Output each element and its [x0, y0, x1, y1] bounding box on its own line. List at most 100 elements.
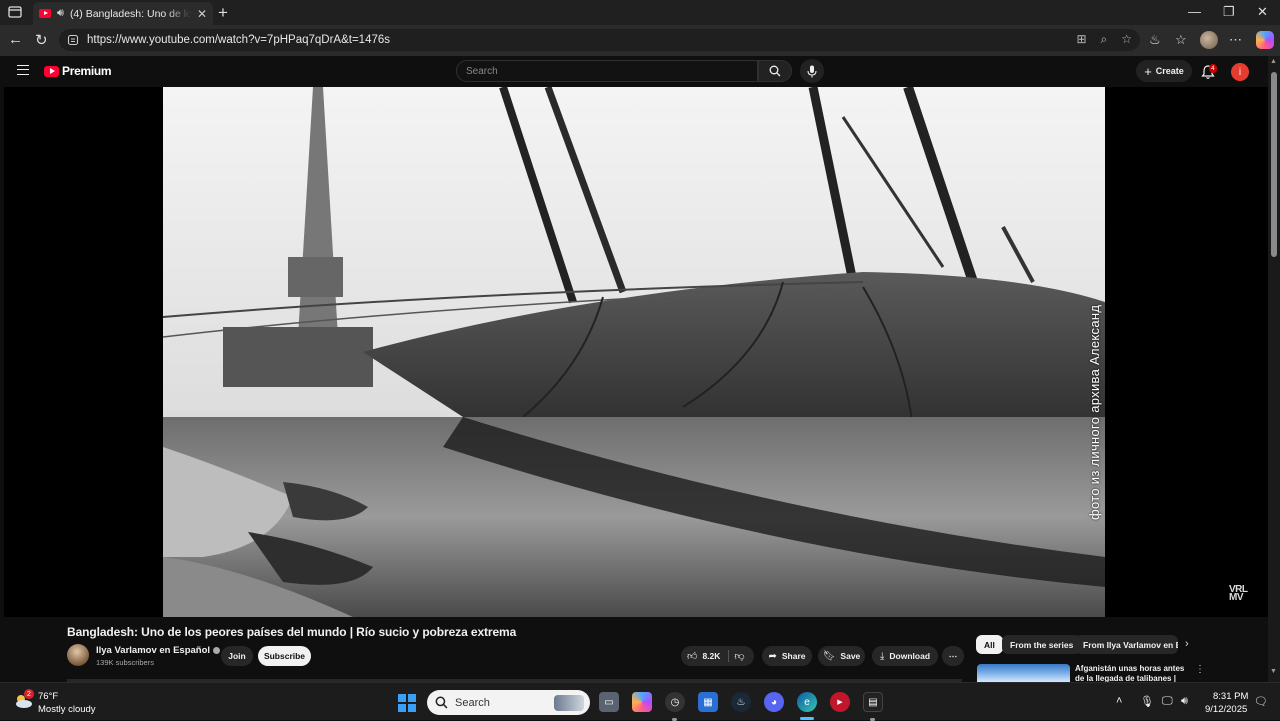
search-highlight-icon: [554, 694, 584, 711]
recommended-video-title[interactable]: Afganistán unas horas antes de la llegad…: [1075, 664, 1193, 682]
network-icon[interactable]: 🖵︎: [1162, 695, 1173, 708]
like-divider: [728, 650, 730, 662]
chip-all[interactable]: All: [976, 635, 1003, 654]
like-button[interactable]: 👍︎ 8.2K: [687, 650, 720, 662]
zoom-icon[interactable]: ⌕: [1101, 32, 1108, 47]
favorite-star-icon[interactable]: ☆: [1121, 32, 1132, 47]
temperature[interactable]: 76°F: [38, 691, 58, 702]
task-view-icon[interactable]: ▭: [599, 692, 619, 712]
copilot-app-icon[interactable]: [632, 692, 652, 712]
browser-tab-bar: 🔊︎ (4) Bangladesh: Uno de los peores paí…: [0, 0, 1280, 25]
youtube-logo[interactable]: Premium: [44, 64, 112, 78]
create-button[interactable]: + Create: [1136, 60, 1192, 82]
video-title: Bangladesh: Uno de los peores países del…: [67, 625, 517, 639]
taskbar-search[interactable]: Search: [427, 690, 590, 715]
channel-watermark[interactable]: VRL MV: [1229, 585, 1248, 603]
join-button[interactable]: Join: [221, 646, 253, 666]
browser-toolbar: ← ↻ https://www.youtube.com/watch?v=7pHP…: [0, 25, 1280, 56]
channel-name[interactable]: Ilya Varlamov en Español: [96, 645, 221, 656]
media-app-icon[interactable]: ▶: [830, 692, 850, 712]
clock-time[interactable]: 8:31 PM: [1213, 691, 1248, 702]
edge-browser-icon[interactable]: e: [797, 692, 817, 712]
windows-logo-pane: [408, 704, 416, 712]
start-button[interactable]: [398, 694, 416, 712]
microsoft-store-icon[interactable]: ▦: [698, 692, 718, 712]
clock-app-icon[interactable]: ◷: [665, 692, 685, 712]
youtube-play-icon: [44, 65, 59, 77]
search-icon: [435, 696, 448, 709]
url-text[interactable]: https://www.youtube.com/watch?v=7pHPaq7q…: [87, 34, 390, 46]
scrollbar-thumb[interactable]: [1271, 72, 1277, 257]
video-frame[interactable]: [163, 87, 1105, 617]
save-button[interactable]: 🔖︎ Save: [818, 646, 865, 666]
address-bar[interactable]: https://www.youtube.com/watch?v=7pHPaq7q…: [59, 29, 1140, 51]
chip-from-series[interactable]: From the series: [1002, 635, 1082, 654]
restore-button[interactable]: ❐: [1223, 4, 1235, 20]
share-icon: ➦: [768, 650, 777, 662]
windows-logo-pane: [398, 704, 406, 712]
share-label: Share: [781, 651, 806, 661]
scroll-down-arrow-icon[interactable]: ▼: [1270, 668, 1277, 675]
watermark-line-bottom: MV: [1229, 592, 1243, 603]
search-button[interactable]: [758, 60, 792, 82]
channel-avatar[interactable]: [67, 644, 89, 666]
voice-search-button[interactable]: [800, 59, 824, 83]
favorites-icon[interactable]: ☆: [1175, 32, 1187, 48]
microphone-tray-icon[interactable]: 🎙︎: [1140, 695, 1154, 708]
thumbs-up-icon: 👍︎: [687, 651, 698, 662]
volume-icon[interactable]: 🔊︎: [1181, 695, 1188, 708]
site-info-icon[interactable]: [67, 34, 79, 46]
scroll-up-arrow-icon[interactable]: ▲: [1270, 58, 1277, 65]
page-scrollbar[interactable]: ▲ ▼: [1268, 56, 1280, 682]
tab-title: (4) Bangladesh: Uno de los peores países…: [69, 7, 191, 20]
minimize-button[interactable]: —: [1188, 4, 1201, 19]
browser-tab-active[interactable]: 🔊︎ (4) Bangladesh: Uno de los peores paí…: [33, 2, 213, 25]
search-input[interactable]: Search: [456, 60, 758, 82]
profile-avatar[interactable]: [1200, 31, 1218, 49]
more-actions-button[interactable]: ⋯: [942, 646, 964, 666]
settings-more-icon[interactable]: ⋯: [1229, 32, 1242, 48]
search-icon: [769, 65, 781, 77]
brand-label: Premium: [62, 64, 112, 78]
tab-actions-icon[interactable]: [6, 4, 24, 20]
plus-icon: +: [1144, 63, 1152, 79]
app-available-icon[interactable]: ⊞: [1076, 32, 1086, 47]
thumbs-down-icon[interactable]: 👎︎: [734, 650, 744, 662]
discord-icon[interactable]: ◕: [764, 692, 784, 712]
speaker-icon[interactable]: 🔊︎: [57, 7, 64, 20]
account-avatar[interactable]: i: [1231, 63, 1249, 81]
verified-badge-icon: [213, 646, 221, 654]
chip-from-channel[interactable]: From Ilya Varlamov en Español: [1075, 635, 1178, 654]
recommended-more-icon[interactable]: ⋮: [1195, 664, 1205, 675]
video-overlay-caption: фото из личного архива Александ: [1087, 304, 1102, 520]
subscribe-button[interactable]: Subscribe: [258, 646, 311, 666]
terminal-app-icon[interactable]: ▤: [863, 692, 883, 712]
weather-alert-badge: 2: [24, 689, 34, 699]
back-button[interactable]: ←: [8, 31, 23, 48]
save-label: Save: [840, 651, 861, 661]
bookmark-icon: 🔖︎: [822, 650, 836, 662]
share-button[interactable]: ➦ Share: [762, 646, 812, 666]
subscriber-count: 139K subscribers: [96, 658, 154, 667]
browser-essentials-icon[interactable]: ♨: [1149, 32, 1161, 48]
recommended-video-thumbnail[interactable]: [977, 664, 1070, 682]
new-tab-button[interactable]: +: [218, 3, 228, 23]
copilot-icon[interactable]: [1256, 31, 1274, 49]
steam-icon[interactable]: ♨: [731, 692, 751, 712]
notification-center-icon[interactable]: 🗨︎: [1254, 695, 1268, 708]
chips-next-chevron-icon[interactable]: ›: [1185, 638, 1189, 650]
microphone-icon: [807, 65, 817, 77]
youtube-favicon-icon: [39, 9, 51, 18]
notification-count-badge: 4: [1209, 64, 1217, 73]
download-button[interactable]: ⤓ Download: [872, 646, 938, 666]
refresh-button[interactable]: ↻: [35, 31, 48, 49]
window-close-button[interactable]: ✕: [1257, 4, 1268, 20]
create-label: Create: [1155, 66, 1184, 76]
menu-icon[interactable]: [17, 65, 29, 75]
taskbar-search-label: Search: [455, 696, 490, 709]
close-tab-icon[interactable]: ✕: [197, 7, 207, 21]
hidden-icons-chevron-icon[interactable]: ˄: [1116, 695, 1122, 707]
clock-date[interactable]: 9/12/2025: [1205, 704, 1247, 715]
weather-condition[interactable]: Mostly cloudy: [38, 704, 96, 715]
channel-name-text[interactable]: Ilya Varlamov en Español: [96, 645, 210, 656]
